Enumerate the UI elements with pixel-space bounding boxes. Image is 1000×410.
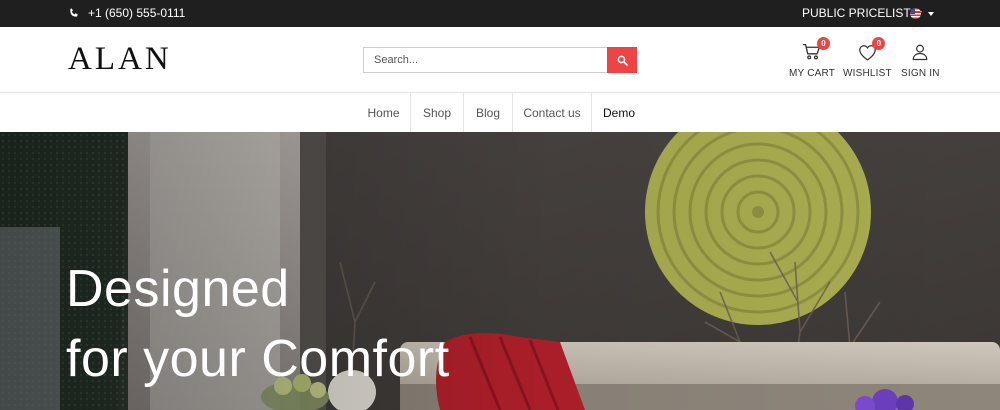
search-form xyxy=(363,47,637,73)
phone-icon xyxy=(70,8,78,17)
user-icon xyxy=(912,44,928,61)
nav-item-demo[interactable]: Demo xyxy=(592,93,646,132)
us-flag-icon xyxy=(910,8,921,19)
chevron-down-icon xyxy=(928,11,934,16)
main-navigation: Home Shop Blog Contact us Demo xyxy=(0,93,1000,132)
nav-item-blog[interactable]: Blog xyxy=(464,93,513,132)
wishlist-link[interactable]: 0 WISHLIST xyxy=(843,37,892,79)
nav-item-shop[interactable]: Shop xyxy=(411,93,464,132)
search-input[interactable] xyxy=(363,47,607,73)
cart-label: MY CART xyxy=(789,68,836,79)
sign-in-link[interactable]: SIGN IN xyxy=(901,41,940,79)
nav-item-home[interactable]: Home xyxy=(357,93,411,132)
cart-count-badge: 0 xyxy=(817,37,831,50)
search-button[interactable] xyxy=(607,47,637,73)
nav-item-contact-us[interactable]: Contact us xyxy=(513,93,592,132)
pricelist-label: PUBLIC PRICELIST xyxy=(802,6,911,20)
my-cart-link[interactable]: 0 MY CART xyxy=(789,37,836,79)
phone-number: +1 (650) 555-0111 xyxy=(88,6,186,20)
wishlist-label: WISHLIST xyxy=(843,68,892,79)
search-icon xyxy=(617,55,628,66)
pricelist-dropdown[interactable]: PUBLIC PRICELIST xyxy=(802,6,922,20)
site-logo[interactable]: ALAN xyxy=(68,41,172,78)
hero-banner: Designed for your Comfort xyxy=(0,132,1000,410)
language-dropdown[interactable] xyxy=(910,8,934,19)
site-header: ALAN 0 MY CART 0 WISHLIST SIGN IN xyxy=(0,27,1000,93)
hero-heading-line-1: Designed xyxy=(66,260,290,318)
top-bar: +1 (650) 555-0111 PUBLIC PRICELIST xyxy=(0,0,1000,27)
sign-in-label: SIGN IN xyxy=(901,68,940,79)
hero-heading: Designed for your Comfort xyxy=(66,254,450,394)
hero-heading-line-2: for your Comfort xyxy=(66,330,450,388)
wishlist-count-badge: 0 xyxy=(872,37,886,50)
phone-contact[interactable]: +1 (650) 555-0111 xyxy=(68,6,185,20)
